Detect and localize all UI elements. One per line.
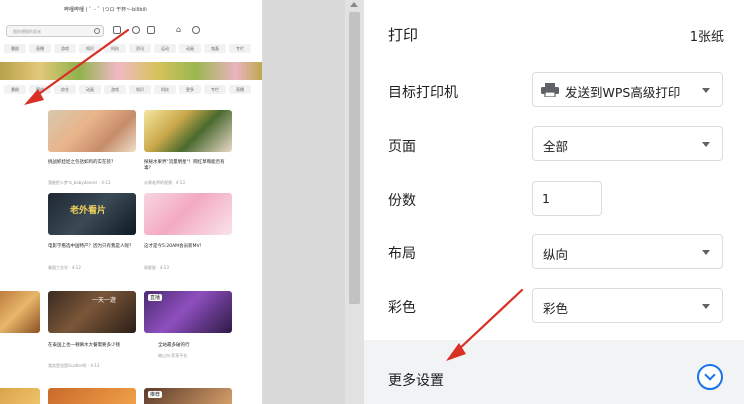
message-icon: [147, 26, 155, 34]
video-thumbnail: 推荐: [144, 388, 232, 404]
video-thumbnail: [144, 110, 232, 152]
thumbnail-badge: 一天一遊: [92, 297, 117, 304]
caret-down-icon: [702, 304, 710, 309]
sheet-count: 1张纸: [689, 30, 724, 45]
video-caption: 在泰国上也一顿嘛水大餐需要多少钱: [48, 343, 120, 348]
video-thumbnail: [48, 110, 136, 152]
thumbnail-badge: 老外看片: [70, 206, 107, 216]
preview-chip: 直播: [229, 85, 251, 94]
preview-chip: 知识: [129, 85, 151, 94]
color-select[interactable]: 彩色: [532, 288, 723, 323]
clock-icon: [192, 26, 200, 34]
scroll-up-icon[interactable]: [350, 2, 358, 7]
copies-input[interactable]: 1: [532, 181, 602, 216]
destination-select[interactable]: 发送到WPS高级打印: [532, 72, 723, 107]
preview-chip: 更多: [179, 85, 201, 94]
live-badge: 直播: [148, 294, 163, 301]
preview-chip: 番剧: [4, 85, 26, 94]
video-author: 我能把人梦 b_babydancer · 4-13: [48, 180, 111, 185]
recommend-badge: 推荐: [148, 391, 163, 398]
preview-category-row-2: 番剧 国创 综艺 动画 游戏 知识 科技 更多 专栏 直播: [4, 85, 251, 94]
caret-down-icon: [702, 250, 710, 255]
printer-icon: [541, 83, 559, 97]
video-thumbnail: 直播: [144, 291, 232, 333]
preview-banner-image: [0, 62, 262, 80]
preview-chip: 直播: [29, 44, 51, 53]
history-icon: [132, 26, 140, 34]
video-author: 周星星 · 4-13: [144, 265, 169, 270]
preview-page-header: 哔哩哔哩 ( ゜- ゜)つロ 干杯~-bilibili: [64, 7, 147, 13]
more-settings-label: 更多设置: [388, 373, 444, 389]
video-author: 暗山鸟·菲芙平台: [158, 353, 188, 358]
video-thumbnail: [48, 388, 136, 404]
layout-label: 布局: [388, 246, 416, 262]
pages-value: 全部: [543, 139, 569, 154]
preview-chip: 番剧: [4, 44, 26, 53]
layout-select[interactable]: 纵向: [532, 234, 723, 269]
preview-chip: 综艺: [54, 85, 76, 94]
destination-label: 目标打印机: [388, 85, 458, 101]
video-caption: 这才是今5:20AM会员新MV！: [144, 244, 205, 249]
chevron-down-icon: [704, 369, 716, 381]
caret-down-icon: [702, 88, 710, 93]
home-icon: ⌂: [176, 25, 182, 34]
preview-chip: 动画: [179, 44, 201, 53]
preview-search-placeholder: 搜你想搜的发米: [13, 29, 41, 34]
color-value: 彩色: [543, 301, 569, 316]
print-dialog: 哔哩哔哩 ( ゜- ゜)つロ 干杯~-bilibili 搜你想搜的发米 ⌂ 番剧…: [0, 0, 744, 404]
video-thumbnail: 一天一遊: [48, 291, 136, 333]
caret-down-icon: [702, 142, 710, 147]
expand-more-settings-button[interactable]: [697, 364, 723, 390]
preview-category-row-1: 番剧 直播 游戏 知识 科技 资讯 运动 动画 鬼畜 专栏: [4, 44, 251, 53]
preview-chip: 鬼畜: [204, 44, 226, 53]
preview-chip: 科技: [104, 44, 126, 53]
preview-chip: 运动: [154, 44, 176, 53]
preview-chip: 动画: [79, 85, 101, 94]
search-icon: [94, 28, 100, 34]
video-thumbnail: [144, 193, 232, 235]
preview-chip: 专栏: [204, 85, 226, 94]
video-caption: 探秘水果界"流量明星"！网红草莓能否有毒？: [144, 160, 225, 171]
destination-value: 发送到WPS高级打印: [565, 85, 681, 100]
scrollbar-thumb[interactable]: [349, 12, 360, 304]
more-settings-row[interactable]: 更多设置: [364, 340, 744, 404]
preview-chip: 知识: [79, 44, 101, 53]
video-caption: 挑战抓娃娃之包括如鸡的实在装？: [48, 160, 116, 165]
video-thumbnail: 老外看片: [48, 193, 136, 235]
preview-chip: 国创: [29, 85, 51, 94]
preview-background: [262, 0, 345, 404]
video-author: 美国工业学 · 4-12: [48, 265, 81, 270]
avatar-icon: [113, 26, 121, 34]
copies-value: 1: [542, 191, 550, 206]
pages-select[interactable]: 全部: [532, 126, 723, 161]
preview-search-box: 搜你想搜的发米: [6, 25, 104, 37]
video-caption: 电影学看选中国特产？因为只有我是人呢？: [48, 244, 134, 249]
video-author: 我卖是也是Gustler的 · 4-13: [48, 363, 100, 368]
preview-chip: 科技: [154, 85, 176, 94]
preview-chip: 资讯: [129, 44, 151, 53]
preview-chip: 游戏: [104, 85, 126, 94]
layout-value: 纵向: [543, 247, 569, 262]
color-label: 彩色: [388, 300, 416, 316]
preview-chip: 游戏: [54, 44, 76, 53]
video-thumbnail: [0, 291, 40, 333]
preview-page: 哔哩哔哩 ( ゜- ゜)つロ 干杯~-bilibili 搜你想搜的发米 ⌂ 番剧…: [0, 0, 262, 404]
print-settings-panel: 打印 1张纸 目标打印机 发送到WPS高级打印 页面 全部 份数 1 布局 纵向…: [364, 0, 744, 404]
panel-title: 打印: [388, 26, 419, 44]
preview-scrollbar[interactable]: [345, 0, 364, 404]
video-author: 水果老师的视频 · 4-13: [144, 180, 185, 185]
print-preview: 哔哩哔哩 ( ゜- ゜)つロ 干杯~-bilibili 搜你想搜的发米 ⌂ 番剧…: [0, 0, 345, 404]
video-caption: 全站最多破的行: [158, 343, 190, 348]
video-thumbnail: [0, 388, 40, 404]
pages-label: 页面: [388, 139, 416, 155]
copies-label: 份数: [388, 193, 416, 209]
preview-chip: 专栏: [229, 44, 251, 53]
